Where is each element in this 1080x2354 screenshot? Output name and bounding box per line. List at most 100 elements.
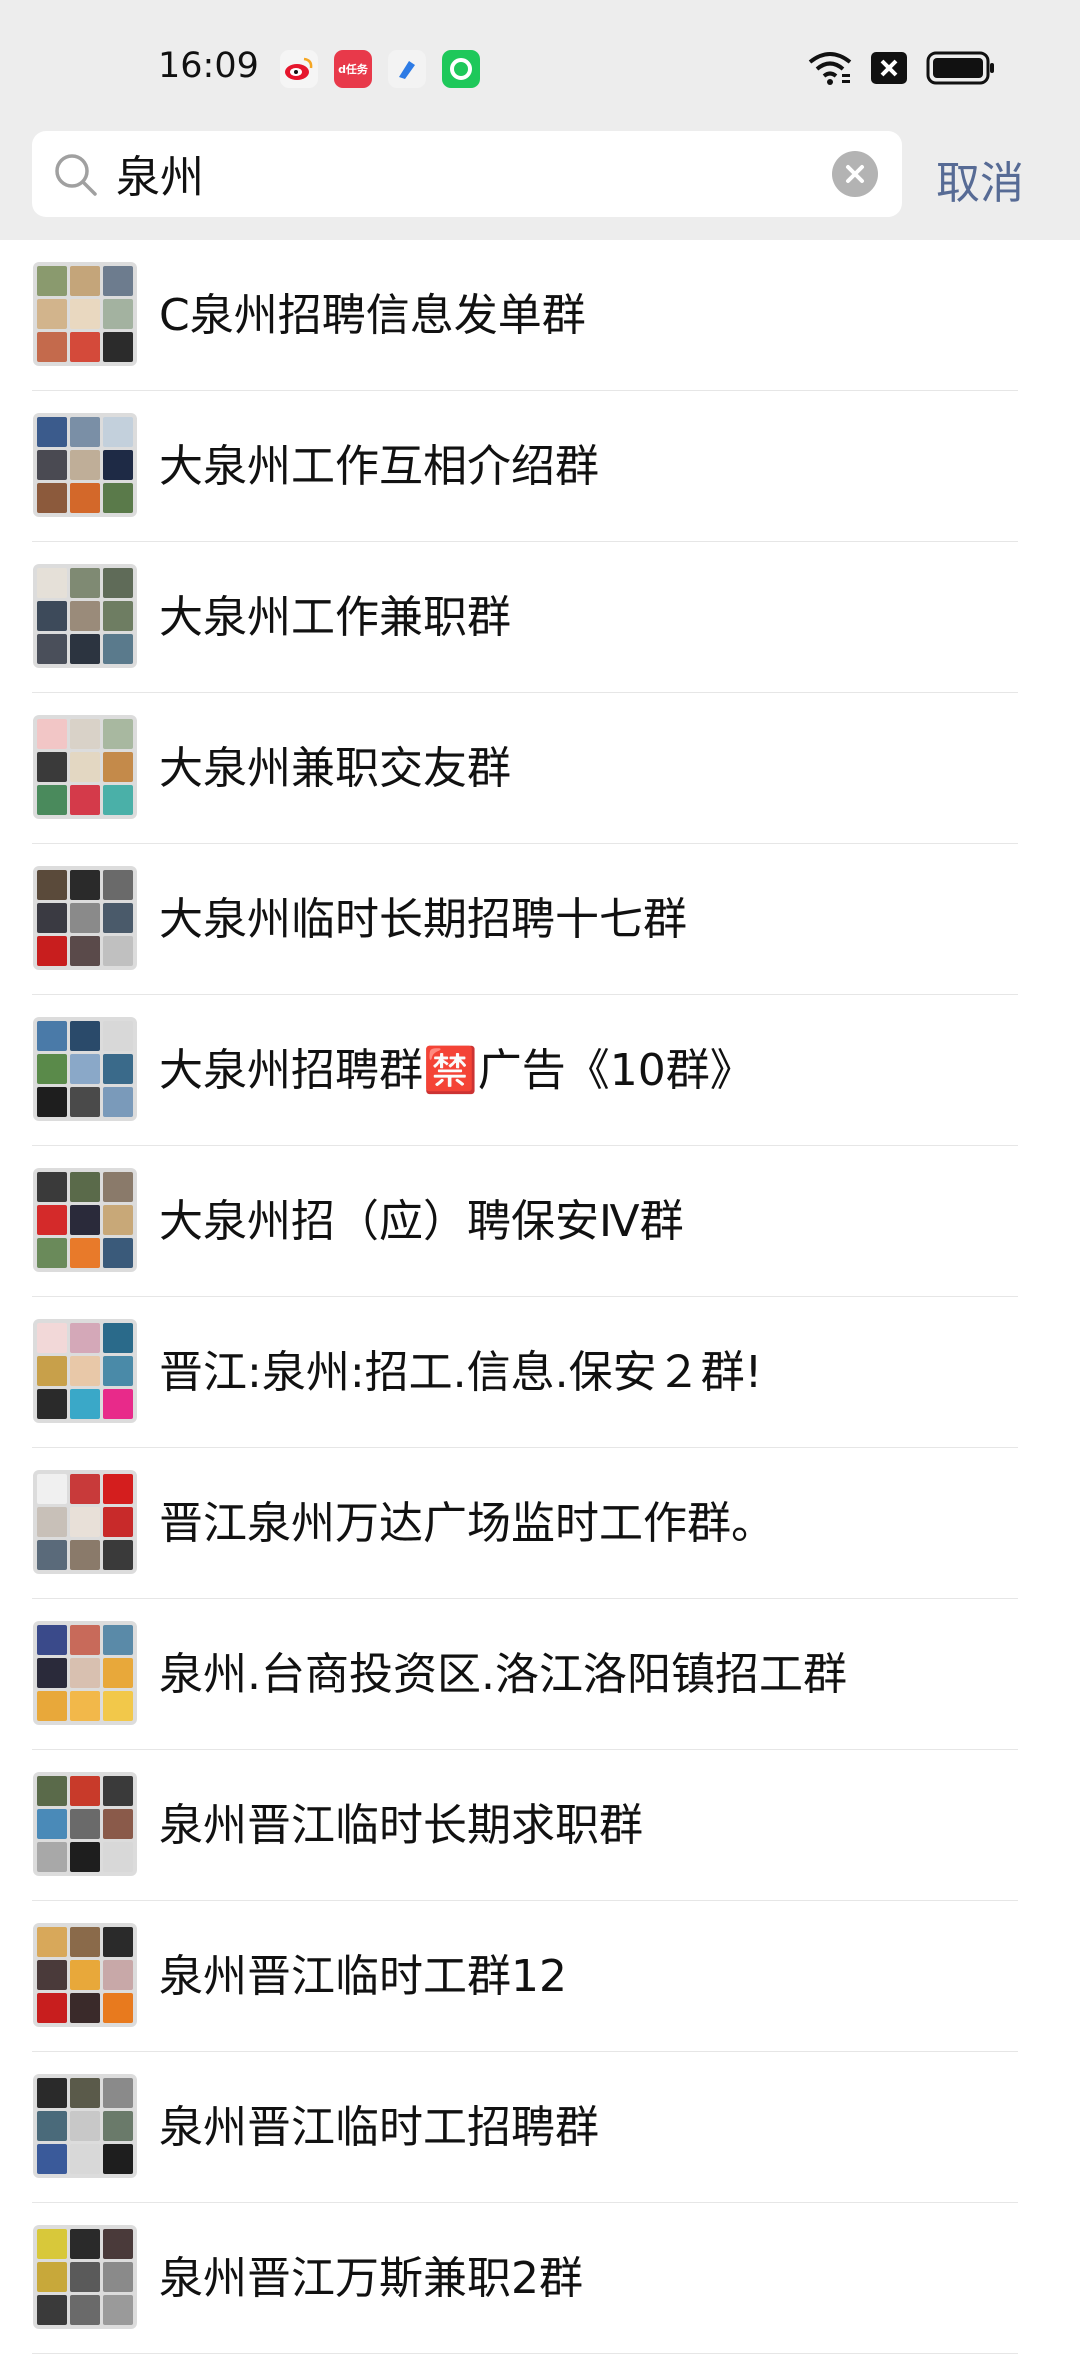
avatar-tile [103, 1993, 133, 2023]
avatar-tile [37, 1960, 67, 1990]
avatar-tile [37, 1842, 67, 1872]
avatar-tile [37, 1021, 67, 1051]
list-item[interactable]: 大泉州工作互相介绍群 [0, 391, 1080, 542]
avatar-tile [103, 634, 133, 664]
avatar-tile [103, 1205, 133, 1235]
clear-search-button[interactable] [832, 151, 878, 197]
avatar-tile [70, 870, 100, 900]
cancel-button[interactable]: 取消 [936, 147, 1024, 211]
avatar-tile [70, 568, 100, 598]
avatar-tile [37, 483, 67, 513]
group-name: 泉州晋江临时长期求职群 [159, 1800, 643, 1851]
group-avatar [33, 564, 137, 668]
avatar-tile [103, 903, 133, 933]
avatar-tile [103, 1507, 133, 1537]
avatar-tile [70, 1389, 100, 1419]
avatar-tile [37, 299, 67, 329]
avatar-tile [103, 1960, 133, 1990]
group-name: 晋江:泉州:招工.信息.保安２群! [159, 1347, 763, 1398]
avatar-tile [103, 719, 133, 749]
avatar-tile [103, 601, 133, 631]
avatar-tile [103, 1238, 133, 1268]
avatar-tile [103, 2144, 133, 2174]
avatar-tile [70, 1323, 100, 1353]
list-item[interactable]: 大泉州工作兼职群 [0, 542, 1080, 693]
avatar-tile [70, 1776, 100, 1806]
avatar-tile [70, 601, 100, 631]
avatar-tile [103, 1172, 133, 1202]
avatar-tile [70, 1927, 100, 1957]
list-item[interactable]: 大泉州兼职交友群 [0, 693, 1080, 844]
group-name: 泉州.台商投资区.洛江洛阳镇招工群 [159, 1649, 847, 1700]
list-item[interactable]: 泉州晋江临时工招聘群 [0, 2052, 1080, 2203]
avatar-tile [37, 1507, 67, 1537]
status-bar: 16:09 d任务 [0, 40, 1080, 96]
avatar-tile [103, 1356, 133, 1386]
avatar-tile [37, 450, 67, 480]
weibo-icon [280, 50, 318, 88]
avatar-tile [70, 1540, 100, 1570]
notification-icons: d任务 [280, 50, 480, 88]
group-avatar [33, 2225, 137, 2329]
avatar-tile [37, 870, 67, 900]
close-icon [846, 165, 864, 183]
list-item[interactable]: 晋江:泉州:招工.信息.保安２群! [0, 1297, 1080, 1448]
avatar-tile [37, 1927, 67, 1957]
avatar-tile [103, 1087, 133, 1117]
group-avatar [33, 1772, 137, 1876]
avatar-tile [70, 483, 100, 513]
avatar-tile [37, 1323, 67, 1353]
avatar-tile [103, 1809, 133, 1839]
search-input[interactable] [116, 147, 816, 198]
avatar-tile [103, 1474, 133, 1504]
list-item[interactable]: 泉州晋江临时长期求职群 [0, 1750, 1080, 1901]
list-item[interactable]: 晋江泉州万达广场监时工作群。 [0, 1448, 1080, 1599]
group-name: 泉州晋江万斯兼职2群 [159, 2253, 583, 2304]
avatar-tile [37, 1540, 67, 1570]
avatar-tile [70, 1842, 100, 1872]
list-item[interactable]: 泉州晋江万斯兼职2群 [0, 2203, 1080, 2354]
avatar-tile [37, 332, 67, 362]
avatar-tile [103, 1540, 133, 1570]
avatar-tile [103, 1842, 133, 1872]
avatar-tile [103, 299, 133, 329]
group-name: 大泉州工作兼职群 [159, 592, 511, 643]
avatar-tile [103, 2078, 133, 2108]
avatar-tile [103, 1776, 133, 1806]
avatar-tile [70, 1960, 100, 1990]
avatar-tile [37, 1389, 67, 1419]
avatar-tile [37, 1474, 67, 1504]
list-item[interactable]: C泉州招聘信息发单群 [0, 240, 1080, 391]
list-item[interactable]: 大泉州招聘群🈲广告《10群》 [0, 995, 1080, 1146]
avatar-tile [70, 936, 100, 966]
wifi-icon [808, 52, 852, 85]
avatar-tile [37, 1087, 67, 1117]
avatar-tile [70, 1474, 100, 1504]
avatar-tile [37, 1238, 67, 1268]
search-box[interactable] [32, 131, 902, 217]
avatar-tile [70, 1205, 100, 1235]
avatar-tile [70, 903, 100, 933]
group-avatar [33, 1319, 137, 1423]
group-avatar [33, 866, 137, 970]
avatar-tile [103, 1658, 133, 1688]
avatar-tile [70, 752, 100, 782]
avatar-tile [37, 1809, 67, 1839]
avatar-tile [70, 2111, 100, 2141]
avatar-tile [70, 1658, 100, 1688]
avatar-tile [70, 1507, 100, 1537]
avatar-tile [103, 936, 133, 966]
avatar-tile [103, 1021, 133, 1051]
battery-icon [926, 51, 994, 85]
avatar-tile [37, 719, 67, 749]
list-item[interactable]: 大泉州招（应）聘保安Ⅳ群 [0, 1146, 1080, 1297]
list-item[interactable]: 大泉州临时长期招聘十七群 [0, 844, 1080, 995]
avatar-tile [103, 1927, 133, 1957]
list-item[interactable]: 泉州.台商投资区.洛江洛阳镇招工群 [0, 1599, 1080, 1750]
group-avatar [33, 1168, 137, 1272]
group-name: C泉州招聘信息发单群 [159, 290, 586, 341]
avatar-tile [103, 2111, 133, 2141]
avatar-tile [70, 1356, 100, 1386]
avatar-tile [37, 1993, 67, 2023]
list-item[interactable]: 泉州晋江临时工群12 [0, 1901, 1080, 2052]
